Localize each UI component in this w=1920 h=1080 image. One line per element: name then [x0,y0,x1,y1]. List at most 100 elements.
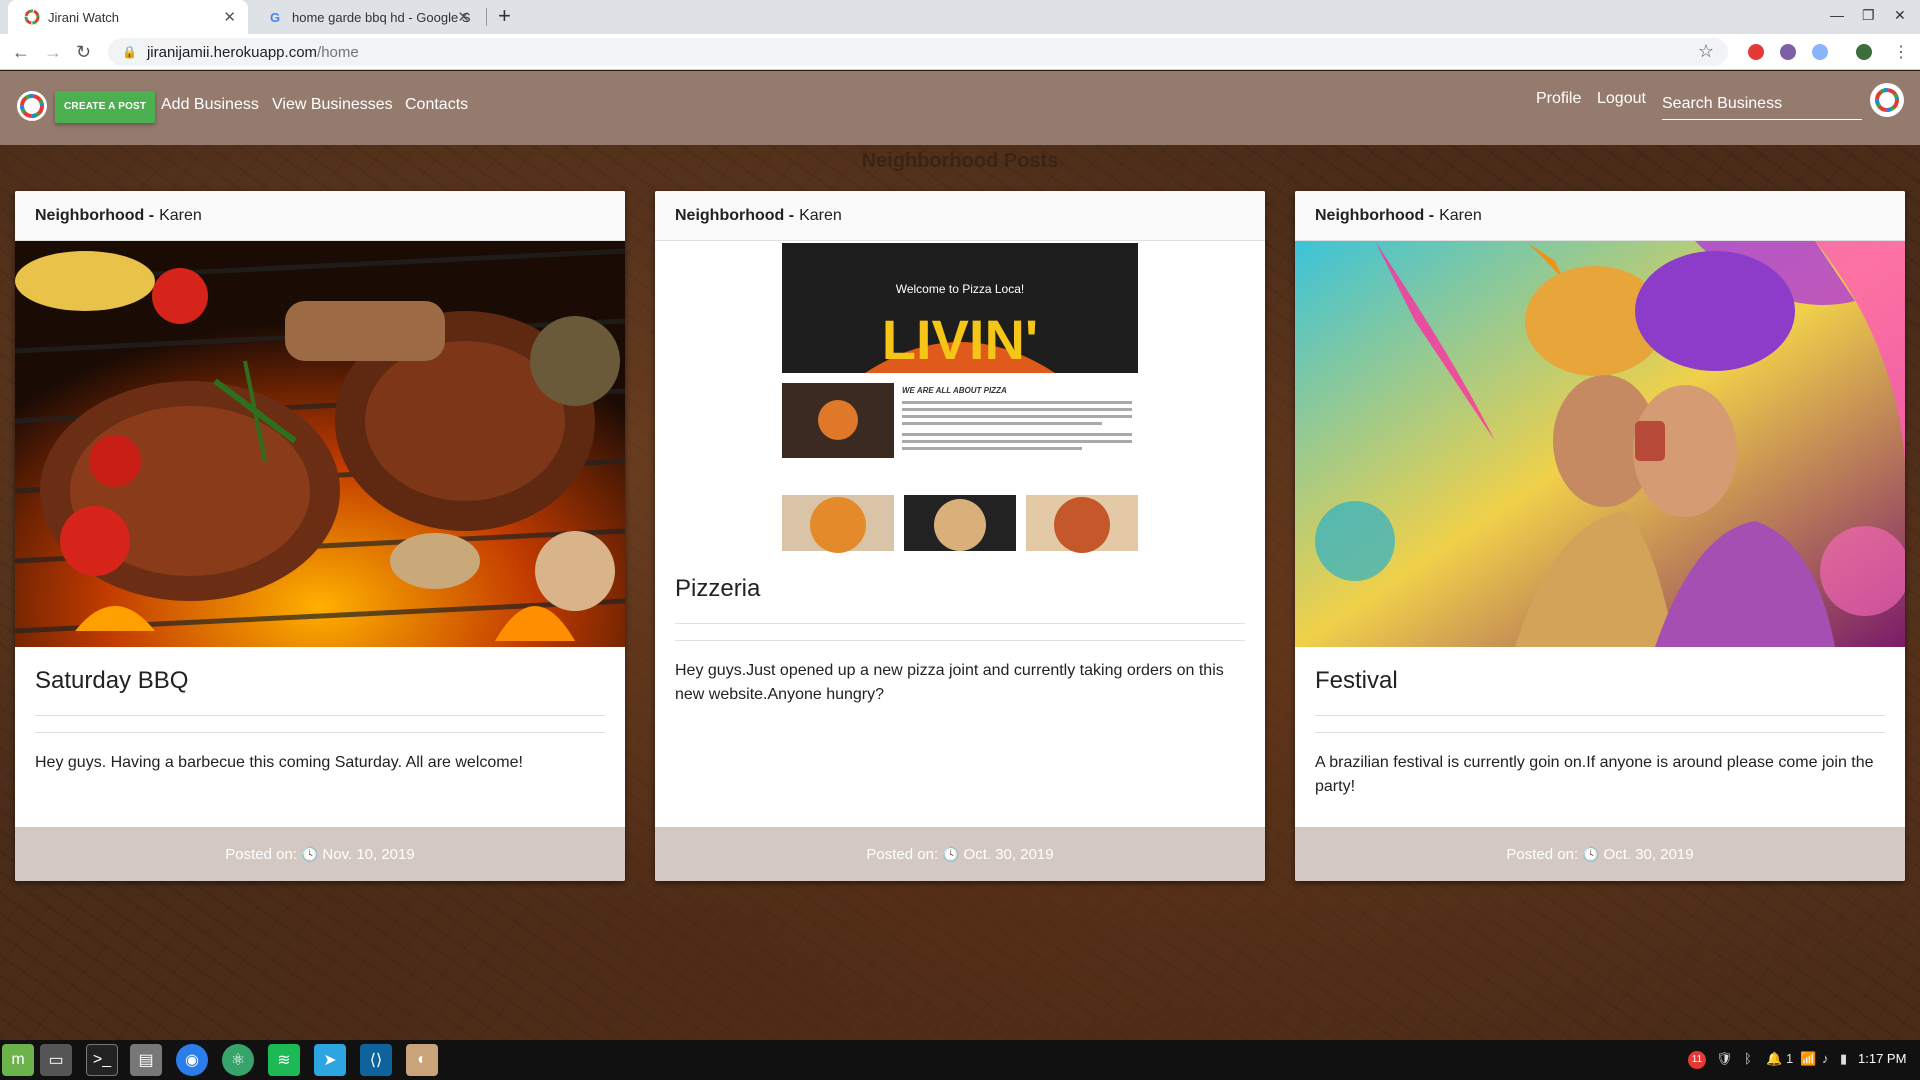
card-header: Neighborhood - Karen [15,191,625,241]
notifications-icon[interactable]: 🔔 [1766,1051,1782,1067]
section-title: Neighborhood Posts [861,150,1059,172]
divider [35,715,605,716]
url-field[interactable]: 🔒 jiranijamii.herokuapp.com /home ☆ [108,38,1728,66]
app-icon[interactable]: ◐ [406,1044,438,1076]
opera-extension-icon[interactable] [1748,44,1764,60]
brand-logo-icon[interactable] [16,90,48,122]
telegram-icon[interactable]: ➤ [314,1044,346,1076]
new-tab-icon[interactable]: + [498,3,511,29]
divider [1315,715,1885,716]
url-path: /home [317,43,359,61]
posted-label: Posted on: [1506,845,1579,863]
user-avatar[interactable] [1870,83,1904,117]
vscode-icon[interactable]: ⟨⟩ [360,1044,392,1076]
url-host: jiranijamii.herokuapp.com [146,43,318,61]
post-date: Nov. 10, 2019 [322,845,415,863]
nav-add-business[interactable]: Add Business [161,96,259,114]
tab-title: home garde bbq hd - Google Se [292,9,470,25]
terminal-icon[interactable]: >_ [86,1044,118,1076]
wifi-icon[interactable]: 📶 [1800,1051,1816,1067]
notification-badge[interactable]: 11 [1688,1051,1706,1069]
spotify-icon[interactable]: ≋ [268,1044,300,1076]
card-footer: Posted on: 🕓 Nov. 10, 2019 [15,827,625,881]
nav-logout[interactable]: Logout [1597,90,1646,108]
neighborhood-label: Neighborhood - [35,206,155,224]
show-desktop-icon[interactable]: ▭ [40,1044,72,1076]
address-bar: ← → ↻ 🔒 jiranijamii.herokuapp.com /home … [0,34,1920,70]
bookmark-star-icon[interactable]: ☆ [1698,41,1714,62]
search-business-input[interactable]: Search Business [1662,88,1862,120]
atom-icon[interactable]: ⚛ [222,1044,254,1076]
tray-count: 1 [1786,1051,1794,1066]
system-clock[interactable]: 1:17 PM [1858,1051,1906,1066]
extension-icon[interactable] [1812,44,1828,60]
post-text: Hey guys. Having a barbecue this coming … [35,754,523,771]
post-card[interactable]: Neighborhood - Karen [15,191,625,881]
back-icon[interactable]: ← [12,42,30,63]
menu-dots-icon[interactable]: ⋮ [1893,42,1909,62]
jirani-favicon-icon [24,9,40,25]
post-date: Oct. 30, 2019 [1603,845,1694,863]
tab-divider [486,8,487,26]
post-text: Hey guys.Just opened up a new pizza join… [675,662,1224,703]
battery-icon[interactable]: ▮ [1840,1051,1847,1067]
os-taskbar: m ▭ >_ ▤ ◉ ⚛ ≋ ➤ ⟨⟩ ◐ 11 🛡 ᛒ 🔔 1 📶 ♪ ▮ 1… [0,1040,1920,1080]
lock-icon: 🔒 [122,45,137,59]
divider [675,623,1245,624]
forward-icon[interactable]: → [44,42,62,63]
clock-icon: 🕓 [942,845,960,862]
nav-profile[interactable]: Profile [1536,90,1581,108]
extension-icon[interactable] [1780,44,1796,60]
post-card[interactable]: Neighborhood - Karen [1295,191,1905,881]
pizza-website-image: Welcome to Pizza Loca! LIVIN' WE ARE ALL… [655,241,1265,555]
mint-menu-icon[interactable]: m [2,1044,34,1076]
volume-icon[interactable]: ♪ [1822,1051,1829,1066]
browser-tab-bar: Jirani Watch ✕ G home garde bbq hd - Goo… [0,0,1920,34]
festival-image [1295,241,1905,647]
chrome-icon[interactable]: ◉ [176,1044,208,1076]
neighborhood-label: Neighborhood - [675,206,795,224]
close-tab-icon[interactable]: ✕ [457,8,470,26]
nav-view-businesses[interactable]: View Businesses [272,96,393,114]
neighborhood-name: Karen [1439,206,1482,224]
page-body: CREATE A POST Add Business View Business… [0,71,1920,1040]
svg-text:G: G [270,10,280,25]
card-header: Neighborhood - Karen [655,191,1265,241]
neighborhood-label: Neighborhood - [1315,206,1435,224]
create-post-button[interactable]: CREATE A POST [55,91,156,123]
profile-avatar-icon[interactable] [1856,44,1872,60]
files-icon[interactable]: ▤ [130,1044,162,1076]
bbq-image [15,241,625,647]
pizza-banner-text: LIVIN' [882,308,1038,371]
post-card[interactable]: Neighborhood - Karen Welcome to Pizza Lo… [655,191,1265,881]
close-tab-icon[interactable]: ✕ [223,8,236,26]
clock-icon: 🕓 [1582,845,1600,862]
post-title: Saturday BBQ [35,667,189,694]
post-text: A brazilian festival is currently goin o… [1315,754,1874,795]
posted-label: Posted on: [225,845,297,863]
posted-label: Posted on: [866,845,939,863]
post-title: Festival [1315,667,1398,694]
neighborhood-name: Karen [799,206,842,224]
tab-jirani-watch[interactable]: Jirani Watch ✕ [8,0,248,34]
close-window-icon[interactable]: ✕ [1894,7,1906,24]
post-title: Pizzeria [675,575,761,602]
restore-icon[interactable]: ❐ [1862,7,1875,24]
site-navbar: CREATE A POST Add Business View Business… [0,71,1920,145]
shield-icon[interactable]: 🛡 [1716,1051,1733,1067]
clock-icon: 🕓 [300,845,319,862]
tab-title: Jirani Watch [48,9,120,25]
card-footer: Posted on: 🕓 Oct. 30, 2019 [655,827,1265,881]
pizza-heading-text: WE ARE ALL ABOUT PIZZA [902,386,1007,395]
reload-icon[interactable]: ↻ [76,42,91,63]
card-header: Neighborhood - Karen [1295,191,1905,241]
nav-contacts[interactable]: Contacts [405,96,468,114]
tab-google-search[interactable]: G home garde bbq hd - Google Se ✕ [252,0,482,34]
google-favicon-icon: G [270,10,280,25]
post-date: Oct. 30, 2019 [963,845,1054,863]
card-footer: Posted on: 🕓 Oct. 30, 2019 [1295,827,1905,881]
bluetooth-icon[interactable]: ᛒ [1744,1051,1752,1066]
minimize-icon[interactable]: — [1830,7,1844,23]
neighborhood-name: Karen [159,206,202,224]
pizza-welcome-text: Welcome to Pizza Loca! [896,282,1025,296]
